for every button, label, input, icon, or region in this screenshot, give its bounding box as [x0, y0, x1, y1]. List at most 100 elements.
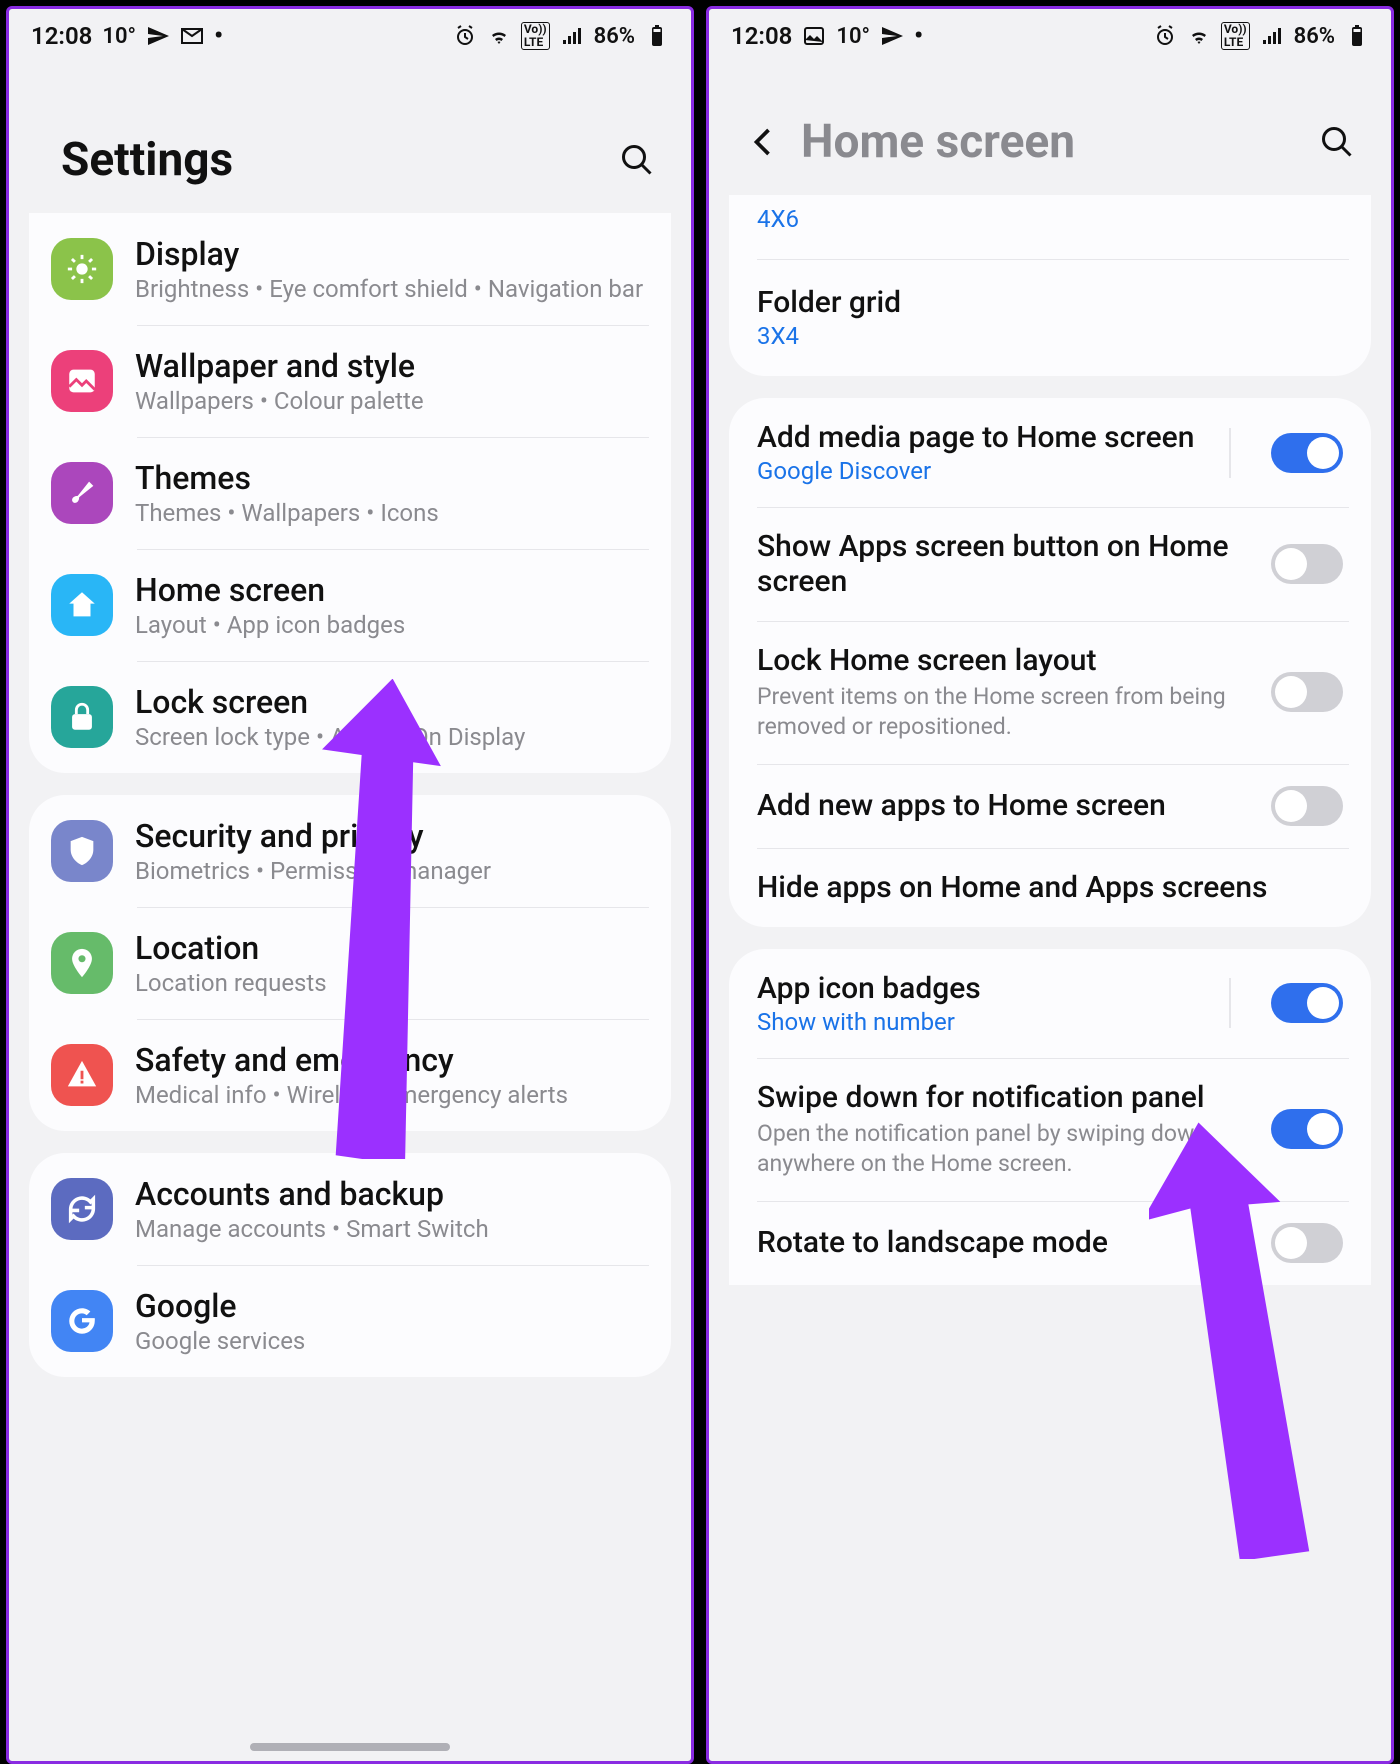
- option-title: Hide apps on Home and Apps screens: [757, 870, 1343, 905]
- toggle-switch[interactable]: [1271, 544, 1343, 584]
- option-lock-home-screen-layout[interactable]: Lock Home screen layoutPrevent items on …: [729, 621, 1371, 764]
- settings-item-lock-screen[interactable]: Lock screenScreen lock type • Always On …: [29, 661, 671, 773]
- option-app-icon-badges[interactable]: App icon badgesShow with number: [729, 949, 1371, 1058]
- sync-icon: [51, 1178, 113, 1240]
- option-description: Open the notification panel by swiping d…: [757, 1119, 1239, 1179]
- item-subtitle: Location requests: [135, 969, 649, 997]
- item-title: Wallpaper and style: [135, 347, 649, 385]
- chevron-left-icon: [746, 124, 782, 160]
- settings-item-google[interactable]: GoogleGoogle services: [29, 1265, 671, 1377]
- grid-settings-card: 4X6 Folder grid 3X4: [729, 195, 1371, 376]
- item-subtitle: Biometrics • Permission manager: [135, 857, 649, 885]
- shield-icon: [51, 820, 113, 882]
- page-title: Home screen: [801, 115, 1075, 169]
- status-battery: 86%: [1294, 24, 1335, 49]
- option-title: App icon badges: [757, 971, 1199, 1006]
- apps-grid-row[interactable]: 4X6: [729, 195, 1371, 259]
- item-subtitle: Layout • App icon badges: [135, 611, 649, 639]
- option-subtitle: Show with number: [757, 1008, 1199, 1036]
- status-time: 12:08: [731, 22, 792, 50]
- warning-icon: [51, 1044, 113, 1106]
- send-icon: [146, 24, 170, 48]
- home-options-card: Add media page to Home screenGoogle Disc…: [729, 398, 1371, 927]
- option-title: Add media page to Home screen: [757, 420, 1199, 455]
- toggle-switch[interactable]: [1271, 983, 1343, 1023]
- option-subtitle: Google Discover: [757, 457, 1199, 485]
- option-show-apps-screen-button-on-home-screen[interactable]: Show Apps screen button on Home screen: [729, 507, 1371, 621]
- settings-item-accounts-and-backup[interactable]: Accounts and backupManage accounts • Sma…: [29, 1153, 671, 1265]
- toggle-switch[interactable]: [1271, 1109, 1343, 1149]
- toggle-switch[interactable]: [1271, 786, 1343, 826]
- settings-item-wallpaper-and-style[interactable]: Wallpaper and styleWallpapers • Colour p…: [29, 325, 671, 437]
- settings-item-safety-and-emergency[interactable]: Safety and emergencyMedical info • Wirel…: [29, 1019, 671, 1131]
- option-swipe-down-for-notification-panel[interactable]: Swipe down for notification panelOpen th…: [729, 1058, 1371, 1201]
- page-header: Home screen: [709, 65, 1391, 199]
- wifi-icon: [1187, 24, 1211, 48]
- item-subtitle: Wallpapers • Colour palette: [135, 387, 649, 415]
- nav-indicator[interactable]: [250, 1743, 450, 1751]
- volte-icon: Vo))LTE: [521, 22, 550, 50]
- item-title: Themes: [135, 459, 649, 497]
- option-add-new-apps-to-home-screen[interactable]: Add new apps to Home screen: [729, 764, 1371, 848]
- search-button[interactable]: [613, 136, 661, 184]
- item-title: Google: [135, 1287, 649, 1325]
- right-screenshot: 12:08 10° • Vo))LTE 86% Home screen: [706, 6, 1394, 1764]
- item-title: Accounts and backup: [135, 1175, 649, 1213]
- item-subtitle: Screen lock type • Always On Display: [135, 723, 649, 751]
- folder-grid-title: Folder grid: [757, 285, 1343, 320]
- apps-grid-value: 4X6: [757, 205, 1343, 233]
- option-rotate-to-landscape-mode[interactable]: Rotate to landscape mode: [729, 1201, 1371, 1285]
- item-title: Display: [135, 235, 649, 273]
- status-temp: 10°: [836, 24, 870, 49]
- page-header: Settings: [9, 63, 691, 217]
- search-icon: [1319, 124, 1355, 160]
- sun-icon: [51, 238, 113, 300]
- status-temp: 10°: [102, 24, 136, 49]
- option-hide-apps-on-home-and-apps-screens[interactable]: Hide apps on Home and Apps screens: [729, 848, 1371, 927]
- option-add-media-page-to-home-screen[interactable]: Add media page to Home screenGoogle Disc…: [729, 398, 1371, 507]
- toggle-switch[interactable]: [1271, 1223, 1343, 1263]
- settings-item-home-screen[interactable]: Home screenLayout • App icon badges: [29, 549, 671, 661]
- back-button[interactable]: [739, 117, 789, 167]
- item-title: Home screen: [135, 571, 649, 609]
- signal-icon: [1260, 24, 1284, 48]
- home-icon: [51, 574, 113, 636]
- option-description: Prevent items on the Home screen from be…: [757, 682, 1239, 742]
- settings-card: Security and privacyBiometrics • Permiss…: [29, 795, 671, 1131]
- settings-item-themes[interactable]: ThemesThemes • Wallpapers • Icons: [29, 437, 671, 549]
- page-title: Settings: [61, 133, 233, 187]
- option-title: Show Apps screen button on Home screen: [757, 529, 1239, 599]
- search-icon: [619, 142, 655, 178]
- settings-item-display[interactable]: DisplayBrightness • Eye comfort shield •…: [29, 213, 671, 325]
- search-button[interactable]: [1313, 118, 1361, 166]
- option-title: Rotate to landscape mode: [757, 1225, 1239, 1260]
- picture-icon: [802, 24, 826, 48]
- lock-icon: [51, 686, 113, 748]
- settings-card: Accounts and backupManage accounts • Sma…: [29, 1153, 671, 1377]
- folder-grid-row[interactable]: Folder grid 3X4: [729, 259, 1371, 376]
- image-icon: [51, 350, 113, 412]
- toggle-separator: [1229, 428, 1231, 478]
- item-subtitle: Brightness • Eye comfort shield • Naviga…: [135, 275, 649, 303]
- alarm-icon: [1153, 24, 1177, 48]
- volte-icon: Vo))LTE: [1221, 22, 1250, 50]
- toggle-switch[interactable]: [1271, 672, 1343, 712]
- settings-card: DisplayBrightness • Eye comfort shield •…: [29, 213, 671, 773]
- home-options-card-2: App icon badgesShow with numberSwipe dow…: [729, 949, 1371, 1285]
- status-battery: 86%: [594, 24, 635, 49]
- battery-icon: [1345, 24, 1369, 48]
- item-subtitle: Medical info • Wireless emergency alerts: [135, 1081, 649, 1109]
- pin-icon: [51, 932, 113, 994]
- status-bar: 12:08 10° • Vo))LTE 86%: [9, 9, 691, 63]
- battery-icon: [645, 24, 669, 48]
- google-icon: [51, 1290, 113, 1352]
- toggle-switch[interactable]: [1271, 433, 1343, 473]
- item-title: Security and privacy: [135, 817, 649, 855]
- alarm-icon: [453, 24, 477, 48]
- toggle-separator: [1229, 978, 1231, 1028]
- settings-item-security-and-privacy[interactable]: Security and privacyBiometrics • Permiss…: [29, 795, 671, 907]
- left-screenshot: 12:08 10° • Vo))LTE 86% Settings Display…: [6, 6, 694, 1764]
- folder-grid-value: 3X4: [757, 322, 1343, 350]
- brush-icon: [51, 462, 113, 524]
- settings-item-location[interactable]: LocationLocation requests: [29, 907, 671, 1019]
